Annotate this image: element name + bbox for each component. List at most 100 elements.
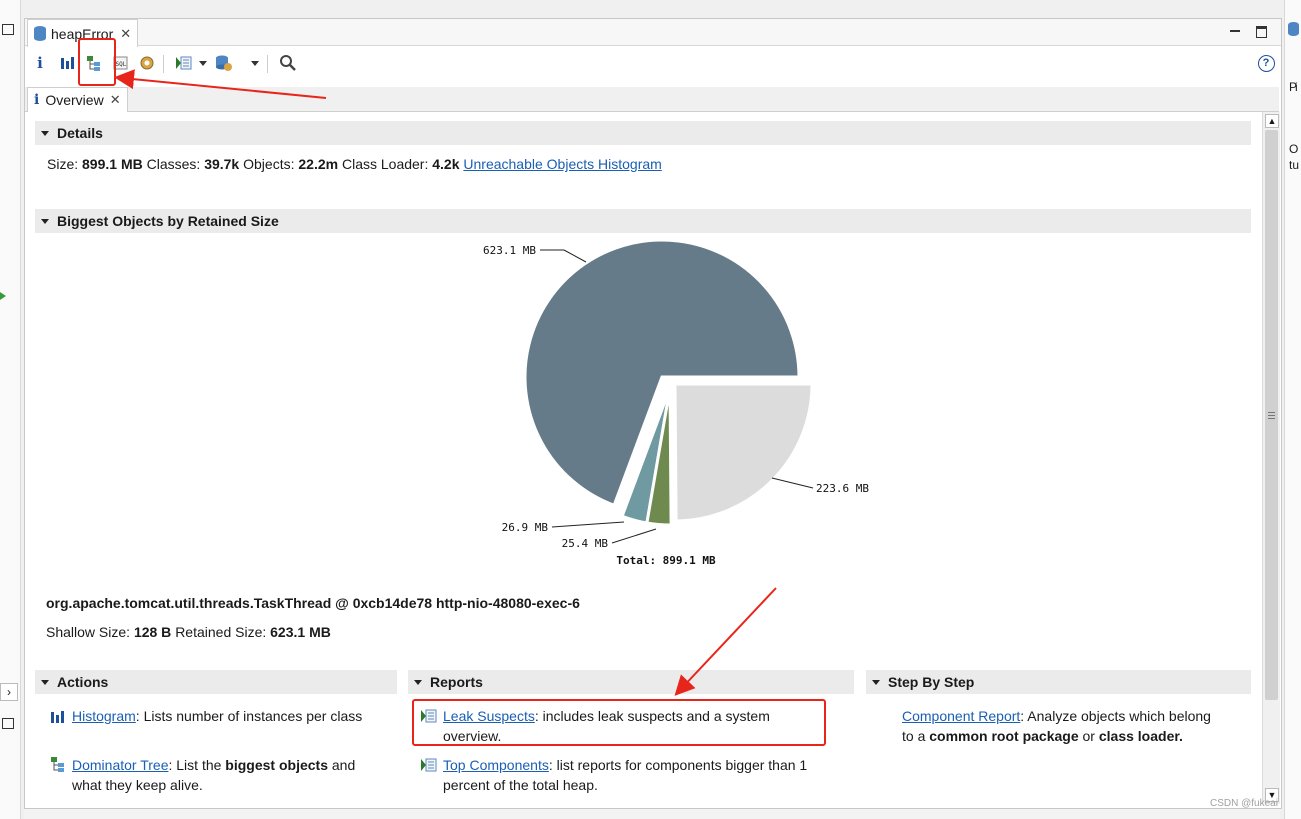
toolbar-separator — [267, 55, 268, 73]
shallow-size-value: 128 B — [133, 624, 172, 640]
retained-size-label: Retained Size: — [175, 624, 267, 640]
green-arrow-icon — [0, 292, 6, 300]
step-by-step-heading: Step By Step — [888, 674, 975, 690]
histogram-action: Histogram: Lists number of instances per… — [50, 706, 370, 726]
main-toolbar: i SQL ? — [25, 47, 1281, 79]
database-icon — [1288, 22, 1299, 36]
pie-label: 25.4 MB — [562, 537, 609, 550]
pie-leader-line — [611, 528, 657, 544]
info-icon: i — [34, 92, 40, 108]
pie-leader-line — [771, 477, 814, 489]
shallow-size-label: Shallow Size: — [46, 624, 131, 640]
run-report-icon[interactable] — [173, 53, 195, 73]
pie-slice[interactable] — [673, 382, 814, 523]
close-icon[interactable]: ✕ — [120, 26, 131, 42]
heap-settings-icon[interactable] — [137, 53, 157, 73]
dominator-tree-icon — [50, 756, 66, 778]
histogram-icon[interactable] — [58, 53, 76, 73]
reports-section-header[interactable]: Reports — [408, 670, 854, 694]
size-value: 899.1 MB — [82, 156, 143, 172]
annotation-box-leak-suspects — [412, 699, 826, 746]
object-title: org.apache.tomcat.util.threads.TaskThrea… — [46, 595, 580, 611]
biggest-objects-heading: Biggest Objects by Retained Size — [57, 213, 279, 229]
component-report-step: Component Report: Analyze objects which … — [902, 706, 1222, 746]
top-components-report: Top Components: list reports for compone… — [420, 755, 840, 795]
editor-pane: heapError ✕ i SQL ? i Overview ✕ Details… — [24, 18, 1282, 809]
right-panel-strip: P i O tu — [1284, 0, 1301, 819]
unreachable-histogram-link[interactable]: Unreachable Objects Histogram — [463, 156, 661, 172]
top-components-link[interactable]: Top Components — [443, 757, 549, 773]
annotation-box-toolbar — [78, 38, 116, 86]
editor-tabbar: heapError ✕ — [25, 19, 1281, 47]
pie-label: 223.6 MB — [816, 482, 869, 495]
shallow-retained-line: Shallow Size: 128 B Retained Size: 623.1… — [46, 624, 331, 640]
close-icon[interactable]: ✕ — [110, 92, 121, 108]
scrollbar-thumb[interactable] — [1265, 130, 1278, 700]
class-loader-label: Class Loader: — [341, 156, 429, 172]
vertical-scrollbar[interactable]: ▲ ▼ — [1262, 112, 1280, 804]
dominator-bold: biggest objects — [225, 757, 328, 773]
actions-section-header[interactable]: Actions — [35, 670, 397, 694]
classes-label: Classes: — [146, 156, 201, 172]
class-loader-value: 4.2k — [432, 156, 460, 172]
histogram-link[interactable]: Histogram — [72, 708, 136, 724]
component-bold-2: class loader. — [1098, 728, 1183, 744]
maximize-icon[interactable] — [1253, 23, 1269, 39]
pie-leader-line — [551, 521, 625, 528]
actions-heading: Actions — [57, 674, 109, 690]
details-section-header[interactable]: Details — [35, 121, 1251, 145]
report-dropdown-icon[interactable] — [197, 53, 209, 73]
heap-dump-icon — [34, 26, 46, 41]
watermark: CSDN @fukeai — [1210, 798, 1278, 809]
pie-label: Total: 899.1 MB — [616, 554, 716, 567]
left-panel-strip: › — [0, 0, 21, 819]
minimize-icon[interactable] — [1227, 23, 1243, 39]
size-label: Size: — [47, 156, 79, 172]
collapse-triangle-icon — [41, 130, 49, 136]
info-icon[interactable]: i — [33, 53, 47, 73]
bottom-status-bar — [24, 809, 1280, 819]
component-report-link[interactable]: Component Report — [902, 708, 1020, 724]
collapse-triangle-icon — [414, 679, 422, 685]
objects-value: 22.2m — [298, 156, 339, 172]
tab-overview-label: Overview — [45, 92, 104, 108]
pie-leader-line — [563, 249, 587, 263]
tab-overview[interactable]: i Overview ✕ — [27, 87, 128, 112]
step-by-step-section-header[interactable]: Step By Step — [866, 670, 1251, 694]
restore-icon[interactable] — [2, 24, 14, 35]
dominator-tree-link[interactable]: Dominator Tree — [72, 757, 168, 773]
query-browser-icon[interactable] — [213, 53, 235, 73]
collapse-triangle-icon — [41, 218, 49, 224]
expand-chevron-icon[interactable]: › — [0, 683, 18, 701]
collapse-triangle-icon — [872, 679, 880, 685]
collapse-triangle-icon — [41, 679, 49, 685]
histogram-icon — [50, 709, 64, 729]
biggest-objects-section-header[interactable]: Biggest Objects by Retained Size — [35, 209, 1251, 233]
component-desc-2: or — [1078, 728, 1099, 744]
histogram-desc: : Lists number of instances per class — [135, 708, 363, 724]
retained-size-pie-chart[interactable]: 623.1 MB 26.9 MB 25.4 MB 223.6 MB Total: 899… — [426, 237, 926, 597]
reports-heading: Reports — [430, 674, 483, 690]
inner-tabbar: i Overview ✕ — [25, 87, 1279, 112]
scroll-up-arrow-icon[interactable]: ▲ — [1265, 114, 1279, 128]
dominator-desc: : List the — [168, 757, 226, 773]
dominator-tree-action: Dominator Tree: List the biggest objects… — [50, 755, 370, 795]
search-icon[interactable] — [277, 53, 299, 73]
svg-text:SQL: SQL — [116, 61, 127, 68]
objects-label: Objects: — [243, 156, 295, 172]
restore-icon[interactable] — [2, 718, 14, 729]
classes-value: 39.7k — [204, 156, 240, 172]
details-heading: Details — [57, 125, 103, 141]
details-line: Size: 899.1 MB Classes: 39.7k Objects: 2… — [47, 156, 662, 172]
right-strip-text-i: i — [1295, 80, 1298, 94]
query-dropdown-icon[interactable] — [249, 53, 261, 73]
run-report-icon — [420, 757, 438, 778]
pie-label: 26.9 MB — [502, 521, 549, 534]
help-icon[interactable]: ? — [1256, 53, 1276, 73]
pie-label: 623.1 MB — [483, 244, 536, 257]
right-strip-text-tu: tu — [1289, 158, 1300, 172]
toolbar-separator — [163, 55, 164, 73]
right-strip-text-o: O — [1289, 142, 1299, 156]
retained-size-value: 623.1 MB — [270, 624, 331, 640]
component-bold-1: common root package — [929, 728, 1079, 744]
